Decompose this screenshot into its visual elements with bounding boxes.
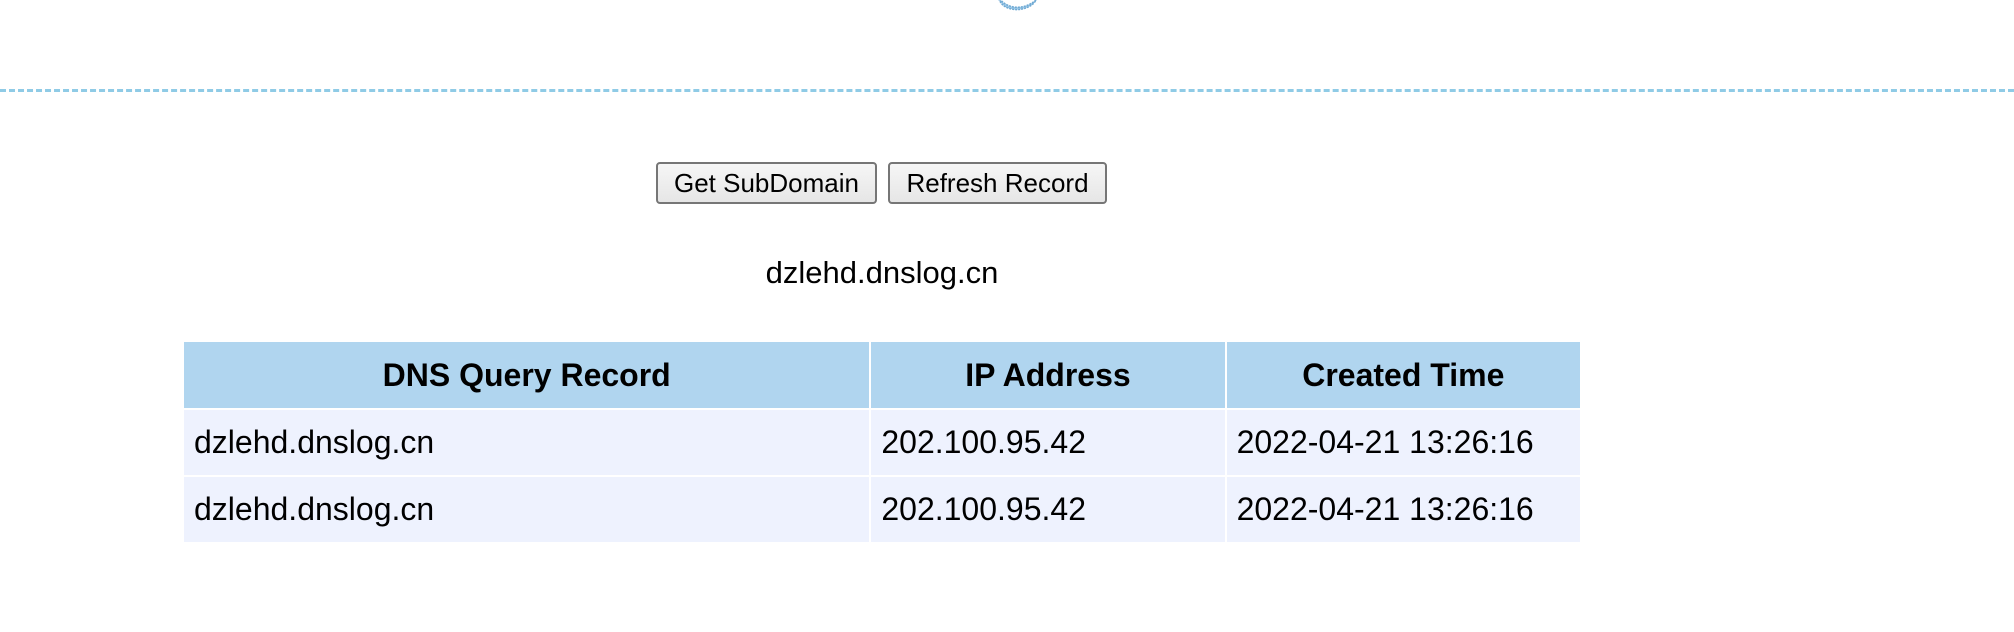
cell-ip-address: 202.100.95.42: [871, 477, 1225, 542]
cell-created-time: 2022-04-21 13:26:16: [1226, 410, 1580, 475]
page: Get SubDomain Refresh Record dzlehd.dnsl…: [0, 0, 2014, 632]
column-header-created-time: Created Time: [1226, 342, 1580, 408]
table-row: dzlehd.dnslog.cn 202.100.95.42 2022-04-2…: [184, 477, 1580, 542]
column-header-ip-address: IP Address: [871, 342, 1225, 408]
subdomain-display: dzlehd.dnslog.cn: [765, 255, 999, 290]
dns-record-table: DNS Query Record IP Address Created Time…: [182, 340, 1582, 544]
dnslog-logo-icon: [996, 0, 1038, 12]
table-row: dzlehd.dnslog.cn 202.100.95.42 2022-04-2…: [184, 410, 1580, 475]
table-header-row: DNS Query Record IP Address Created Time: [184, 342, 1580, 408]
column-header-dns-query-record: DNS Query Record: [184, 342, 870, 408]
get-subdomain-button[interactable]: Get SubDomain: [656, 162, 877, 204]
action-bar: Get SubDomain Refresh Record: [656, 162, 1107, 204]
cell-dns-query-record: dzlehd.dnslog.cn: [184, 477, 870, 542]
cell-dns-query-record: dzlehd.dnslog.cn: [184, 410, 870, 475]
cell-ip-address: 202.100.95.42: [871, 410, 1225, 475]
dashed-divider: [0, 89, 2014, 92]
refresh-record-button[interactable]: Refresh Record: [888, 162, 1107, 204]
cell-created-time: 2022-04-21 13:26:16: [1226, 477, 1580, 542]
